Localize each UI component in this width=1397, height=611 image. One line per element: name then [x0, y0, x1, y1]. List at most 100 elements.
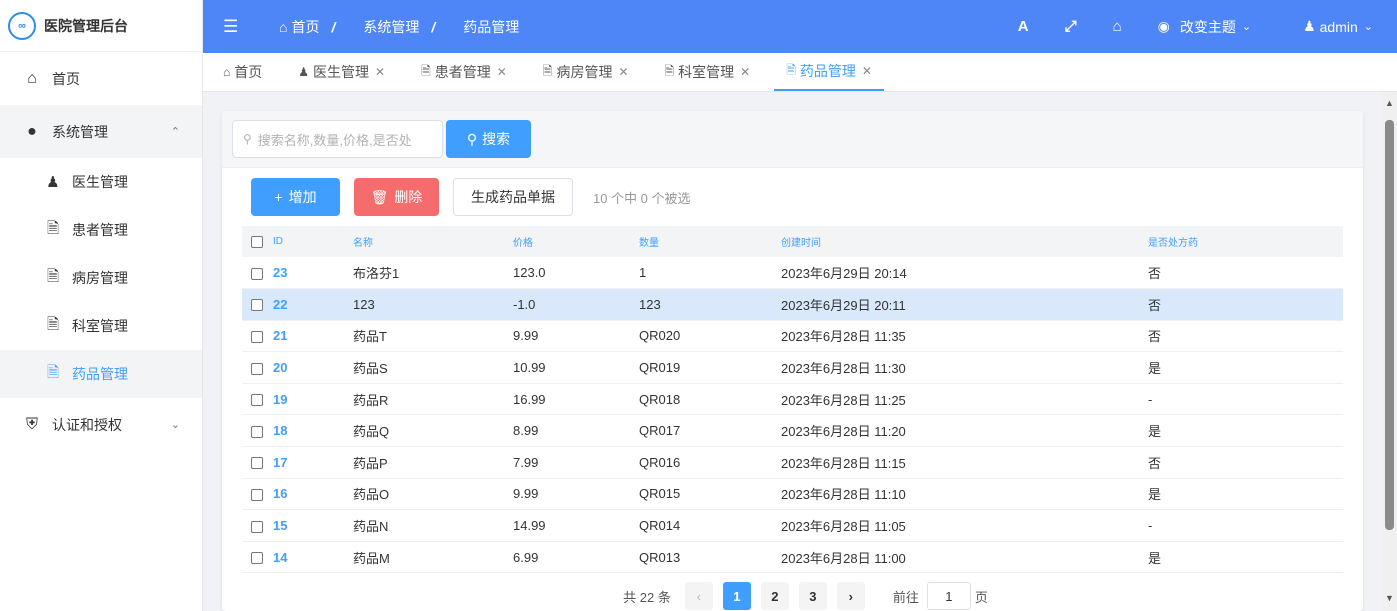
cell-id[interactable]: 22 [273, 289, 353, 321]
breadcrumb-item[interactable]: 首页 [291, 17, 319, 37]
close-icon[interactable]: ✕ [740, 65, 750, 79]
table-row[interactable]: 22 123 -1.0 123 2023年6月29日 20:11 否 [242, 288, 1343, 321]
next-page-button[interactable]: › [836, 582, 865, 610]
cell-name: 药品O [353, 487, 390, 503]
table-row[interactable]: 16 药品O 9.99 QR015 2023年6月28日 11:10 是 [242, 478, 1343, 510]
cell-id[interactable]: 14 [273, 541, 353, 573]
cell-id[interactable]: 23 [273, 257, 353, 289]
cell-id[interactable]: 15 [273, 510, 353, 542]
row-checkbox[interactable] [251, 552, 263, 565]
column-header-quantity[interactable]: 数量 [639, 226, 781, 257]
sidebar-item-medicines[interactable]: 🗎 药品管理 [0, 350, 202, 398]
cell-id[interactable]: 18 [273, 415, 353, 447]
select-all-checkbox[interactable] [251, 235, 263, 248]
page-button[interactable]: 3 [798, 582, 827, 610]
close-icon[interactable]: ✕ [375, 65, 385, 79]
table-row[interactable]: 20 药品S 10.99 QR019 2023年6月28日 11:30 是 [242, 352, 1343, 384]
column-header-prescription[interactable]: 是否处方药 [1148, 226, 1343, 257]
home-icon: ⌂ [27, 69, 37, 87]
cell-prescription: 是 [1148, 424, 1162, 440]
chevron-up-icon: ⌃ [170, 126, 180, 138]
cell-created: 2023年6月28日 11:30 [781, 361, 906, 377]
column-header-created[interactable]: 创建时间 [781, 226, 1148, 257]
selection-count: 10 个中 0 个被选 [593, 190, 691, 206]
shield-icon: ⛨ [25, 415, 38, 433]
row-checkbox[interactable] [251, 299, 263, 312]
file-icon: 🗎 [786, 62, 796, 77]
theme-label: 改变主题 [1179, 18, 1236, 35]
cell-id[interactable]: 16 [273, 478, 353, 510]
search-input[interactable]: ⚲ 搜索名称,数量,价格,是否处 [232, 120, 443, 158]
user-menu[interactable]: ♟ admin ⌄ [1303, 18, 1373, 35]
tab-patients[interactable]: 🗎 患者管理 ✕ [409, 53, 519, 91]
prev-page-button[interactable]: ‹ [684, 582, 713, 610]
table-row[interactable]: 17 药品P 7.99 QR016 2023年6月28日 11:15 否 [242, 447, 1343, 479]
goto-page-input[interactable]: 1 [926, 582, 971, 610]
sidebar-group-auth[interactable]: ⛨ 认证和授权 ⌄ [0, 398, 202, 451]
tab-departments[interactable]: 🗎 科室管理 ✕ [653, 53, 763, 91]
row-checkbox[interactable] [251, 362, 263, 375]
font-size-button[interactable]: A [1018, 18, 1029, 35]
search-bar: ⚲ 搜索名称,数量,价格,是否处 ⚲ 搜索 [222, 111, 1363, 168]
close-icon[interactable]: ✕ [497, 65, 507, 79]
cell-created: 2023年6月28日 11:25 [781, 392, 906, 408]
row-checkbox[interactable] [251, 331, 263, 344]
sidebar-item-departments[interactable]: 🗎 科室管理 [0, 302, 202, 350]
row-checkbox[interactable] [251, 457, 263, 470]
sidebar-item-wards[interactable]: 🗎 病房管理 [0, 254, 202, 302]
file-icon: 🗎 [46, 219, 60, 237]
cell-quantity: QR014 [639, 518, 681, 534]
sidebar-item-doctors[interactable]: ♟ 医生管理 [0, 158, 202, 206]
table-row[interactable]: 14 药品M 6.99 QR013 2023年6月28日 11:00 是 [242, 541, 1343, 573]
column-header-price[interactable]: 价格 [513, 226, 639, 257]
sidebar-item-home[interactable]: ⌂ 首页 [0, 52, 202, 105]
column-header-name[interactable]: 名称 [353, 226, 513, 257]
theme-switcher[interactable]: ◉ 改变主题 ⌄ [1158, 17, 1251, 37]
home-icon[interactable]: ⌂ [1113, 18, 1122, 35]
sidebar-group-system[interactable]: ● 系统管理 ⌃ [0, 105, 202, 158]
sidebar-item-patients[interactable]: 🗎 患者管理 [0, 206, 202, 254]
cell-price: 10.99 [513, 360, 546, 376]
scroll-down-icon[interactable]: ▼ [1385, 593, 1394, 603]
table-row[interactable]: 18 药品Q 8.99 QR017 2023年6月28日 11:20 是 [242, 415, 1343, 447]
cell-created: 2023年6月28日 11:00 [781, 550, 906, 566]
search-button[interactable]: ⚲ 搜索 [446, 120, 531, 158]
scroll-up-icon[interactable]: ▲ [1385, 98, 1394, 108]
row-checkbox[interactable] [251, 267, 263, 280]
close-icon[interactable]: ✕ [862, 64, 872, 78]
row-checkbox[interactable] [251, 520, 263, 533]
chevron-down-icon: ⌄ [170, 419, 180, 431]
table-row[interactable]: 23 布洛芬1 123.0 1 2023年6月29日 20:14 否 [242, 257, 1343, 289]
sidebar-item-label: 认证和授权 [52, 416, 122, 433]
menu-toggle-icon[interactable]: ☰ [223, 17, 243, 37]
cell-id[interactable]: 21 [273, 320, 353, 352]
vertical-scrollbar[interactable]: ▲ ▼ [1382, 92, 1397, 611]
column-header-id[interactable]: ID [273, 226, 353, 257]
close-icon[interactable]: ✕ [618, 65, 628, 79]
cell-quantity: QR018 [639, 391, 681, 407]
tab-doctors[interactable]: ♟ 医生管理 ✕ [286, 53, 397, 91]
add-button[interactable]: + 增加 [251, 178, 340, 216]
cell-id[interactable]: 20 [273, 352, 353, 384]
cell-id[interactable]: 17 [273, 447, 353, 479]
tab-wards[interactable]: 🗎 病房管理 ✕ [531, 53, 641, 91]
tab-medicines[interactable]: 🗎 药品管理 ✕ [774, 53, 884, 91]
table-row[interactable]: 15 药品N 14.99 QR014 2023年6月28日 11:05 - [242, 510, 1343, 542]
scrollbar-thumb[interactable] [1385, 120, 1394, 530]
table-row[interactable]: 21 药品T 9.99 QR020 2023年6月28日 11:35 否 [242, 320, 1343, 352]
row-checkbox[interactable] [251, 489, 263, 502]
tab-home[interactable]: ⌂ 首页 [211, 53, 274, 91]
page-button[interactable]: 2 [760, 582, 789, 610]
sidebar-item-label: 医生管理 [72, 174, 128, 190]
delete-button[interactable]: 🗑 删除 [354, 178, 439, 216]
tab-label: 医生管理 [313, 64, 370, 80]
row-checkbox[interactable] [251, 394, 263, 407]
page-button-current[interactable]: 1 [722, 582, 751, 610]
cell-id[interactable]: 19 [273, 383, 353, 415]
row-checkbox[interactable] [251, 425, 263, 438]
breadcrumb-item[interactable]: 系统管理 [363, 17, 419, 37]
table-row[interactable]: 19 药品R 16.99 QR018 2023年6月28日 11:25 - [242, 383, 1343, 415]
generate-receipt-button[interactable]: 生成药品单据 [453, 178, 573, 216]
chevron-down-icon: ⌄ [1363, 21, 1373, 33]
fullscreen-icon[interactable]: ⤢ [1065, 18, 1077, 35]
